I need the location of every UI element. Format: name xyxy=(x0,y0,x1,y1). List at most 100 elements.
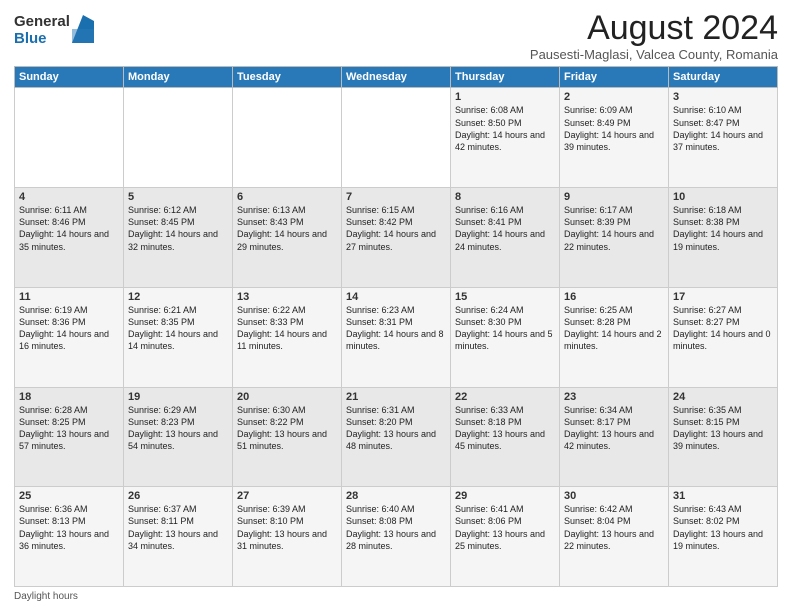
day-number: 27 xyxy=(237,490,337,502)
calendar-subtitle: Pausesti-Maglasi, Valcea County, Romania xyxy=(530,47,778,62)
calendar-cell: 12Sunrise: 6:21 AMSunset: 8:35 PMDayligh… xyxy=(124,287,233,387)
day-number: 12 xyxy=(128,291,228,303)
day-info: Sunrise: 6:29 AMSunset: 8:23 PMDaylight:… xyxy=(128,404,228,453)
footer-note: Daylight hours xyxy=(14,591,778,602)
header-day-thursday: Thursday xyxy=(451,67,560,88)
logo-icon xyxy=(72,15,94,43)
day-number: 9 xyxy=(564,191,664,203)
day-number: 25 xyxy=(19,490,119,502)
day-info: Sunrise: 6:16 AMSunset: 8:41 PMDaylight:… xyxy=(455,204,555,253)
day-info: Sunrise: 6:37 AMSunset: 8:11 PMDaylight:… xyxy=(128,503,228,552)
calendar-cell: 18Sunrise: 6:28 AMSunset: 8:25 PMDayligh… xyxy=(15,387,124,487)
logo-blue: Blue xyxy=(14,31,70,48)
day-number: 15 xyxy=(455,291,555,303)
day-info: Sunrise: 6:21 AMSunset: 8:35 PMDaylight:… xyxy=(128,304,228,353)
calendar-cell: 30Sunrise: 6:42 AMSunset: 8:04 PMDayligh… xyxy=(560,487,669,587)
calendar-header: SundayMondayTuesdayWednesdayThursdayFrid… xyxy=(15,67,778,88)
calendar-cell: 8Sunrise: 6:16 AMSunset: 8:41 PMDaylight… xyxy=(451,188,560,288)
logo-text: General Blue xyxy=(14,14,70,47)
day-number: 13 xyxy=(237,291,337,303)
calendar-cell: 9Sunrise: 6:17 AMSunset: 8:39 PMDaylight… xyxy=(560,188,669,288)
calendar-cell: 31Sunrise: 6:43 AMSunset: 8:02 PMDayligh… xyxy=(669,487,778,587)
day-number: 2 xyxy=(564,91,664,103)
day-number: 14 xyxy=(346,291,446,303)
calendar-cell: 17Sunrise: 6:27 AMSunset: 8:27 PMDayligh… xyxy=(669,287,778,387)
logo: General Blue xyxy=(14,14,94,47)
day-number: 10 xyxy=(673,191,773,203)
week-row-4: 25Sunrise: 6:36 AMSunset: 8:13 PMDayligh… xyxy=(15,487,778,587)
day-number: 18 xyxy=(19,391,119,403)
day-number: 28 xyxy=(346,490,446,502)
day-number: 4 xyxy=(19,191,119,203)
calendar-cell: 7Sunrise: 6:15 AMSunset: 8:42 PMDaylight… xyxy=(342,188,451,288)
calendar-body: 1Sunrise: 6:08 AMSunset: 8:50 PMDaylight… xyxy=(15,88,778,587)
header-day-saturday: Saturday xyxy=(669,67,778,88)
day-number: 26 xyxy=(128,490,228,502)
week-row-1: 4Sunrise: 6:11 AMSunset: 8:46 PMDaylight… xyxy=(15,188,778,288)
calendar-cell: 11Sunrise: 6:19 AMSunset: 8:36 PMDayligh… xyxy=(15,287,124,387)
header-day-tuesday: Tuesday xyxy=(233,67,342,88)
day-info: Sunrise: 6:33 AMSunset: 8:18 PMDaylight:… xyxy=(455,404,555,453)
calendar-cell: 19Sunrise: 6:29 AMSunset: 8:23 PMDayligh… xyxy=(124,387,233,487)
day-number: 20 xyxy=(237,391,337,403)
header: General Blue August 2024 Pausesti-Maglas… xyxy=(14,10,778,62)
day-info: Sunrise: 6:31 AMSunset: 8:20 PMDaylight:… xyxy=(346,404,446,453)
day-info: Sunrise: 6:39 AMSunset: 8:10 PMDaylight:… xyxy=(237,503,337,552)
day-number: 17 xyxy=(673,291,773,303)
day-info: Sunrise: 6:23 AMSunset: 8:31 PMDaylight:… xyxy=(346,304,446,353)
day-info: Sunrise: 6:13 AMSunset: 8:43 PMDaylight:… xyxy=(237,204,337,253)
calendar-cell: 13Sunrise: 6:22 AMSunset: 8:33 PMDayligh… xyxy=(233,287,342,387)
calendar-cell: 23Sunrise: 6:34 AMSunset: 8:17 PMDayligh… xyxy=(560,387,669,487)
calendar-cell xyxy=(342,88,451,188)
calendar-cell: 3Sunrise: 6:10 AMSunset: 8:47 PMDaylight… xyxy=(669,88,778,188)
day-number: 29 xyxy=(455,490,555,502)
calendar-cell: 4Sunrise: 6:11 AMSunset: 8:46 PMDaylight… xyxy=(15,188,124,288)
calendar-cell xyxy=(233,88,342,188)
day-number: 7 xyxy=(346,191,446,203)
day-info: Sunrise: 6:34 AMSunset: 8:17 PMDaylight:… xyxy=(564,404,664,453)
calendar-cell: 16Sunrise: 6:25 AMSunset: 8:28 PMDayligh… xyxy=(560,287,669,387)
day-info: Sunrise: 6:28 AMSunset: 8:25 PMDaylight:… xyxy=(19,404,119,453)
day-info: Sunrise: 6:40 AMSunset: 8:08 PMDaylight:… xyxy=(346,503,446,552)
day-number: 30 xyxy=(564,490,664,502)
day-number: 8 xyxy=(455,191,555,203)
day-info: Sunrise: 6:36 AMSunset: 8:13 PMDaylight:… xyxy=(19,503,119,552)
calendar-cell xyxy=(15,88,124,188)
calendar-cell: 29Sunrise: 6:41 AMSunset: 8:06 PMDayligh… xyxy=(451,487,560,587)
day-info: Sunrise: 6:10 AMSunset: 8:47 PMDaylight:… xyxy=(673,104,773,153)
header-day-sunday: Sunday xyxy=(15,67,124,88)
day-info: Sunrise: 6:35 AMSunset: 8:15 PMDaylight:… xyxy=(673,404,773,453)
header-day-friday: Friday xyxy=(560,67,669,88)
day-info: Sunrise: 6:09 AMSunset: 8:49 PMDaylight:… xyxy=(564,104,664,153)
header-day-wednesday: Wednesday xyxy=(342,67,451,88)
day-number: 6 xyxy=(237,191,337,203)
day-info: Sunrise: 6:17 AMSunset: 8:39 PMDaylight:… xyxy=(564,204,664,253)
day-info: Sunrise: 6:24 AMSunset: 8:30 PMDaylight:… xyxy=(455,304,555,353)
day-info: Sunrise: 6:15 AMSunset: 8:42 PMDaylight:… xyxy=(346,204,446,253)
day-number: 24 xyxy=(673,391,773,403)
week-row-2: 11Sunrise: 6:19 AMSunset: 8:36 PMDayligh… xyxy=(15,287,778,387)
page: General Blue August 2024 Pausesti-Maglas… xyxy=(0,0,792,612)
calendar-cell: 14Sunrise: 6:23 AMSunset: 8:31 PMDayligh… xyxy=(342,287,451,387)
day-info: Sunrise: 6:18 AMSunset: 8:38 PMDaylight:… xyxy=(673,204,773,253)
logo-general: General xyxy=(14,14,70,31)
day-number: 11 xyxy=(19,291,119,303)
day-number: 23 xyxy=(564,391,664,403)
calendar-cell: 10Sunrise: 6:18 AMSunset: 8:38 PMDayligh… xyxy=(669,188,778,288)
day-number: 16 xyxy=(564,291,664,303)
calendar-table: SundayMondayTuesdayWednesdayThursdayFrid… xyxy=(14,66,778,587)
day-info: Sunrise: 6:30 AMSunset: 8:22 PMDaylight:… xyxy=(237,404,337,453)
day-number: 5 xyxy=(128,191,228,203)
day-info: Sunrise: 6:22 AMSunset: 8:33 PMDaylight:… xyxy=(237,304,337,353)
day-number: 22 xyxy=(455,391,555,403)
day-info: Sunrise: 6:19 AMSunset: 8:36 PMDaylight:… xyxy=(19,304,119,353)
calendar-cell: 20Sunrise: 6:30 AMSunset: 8:22 PMDayligh… xyxy=(233,387,342,487)
header-row: SundayMondayTuesdayWednesdayThursdayFrid… xyxy=(15,67,778,88)
day-info: Sunrise: 6:27 AMSunset: 8:27 PMDaylight:… xyxy=(673,304,773,353)
calendar-cell: 5Sunrise: 6:12 AMSunset: 8:45 PMDaylight… xyxy=(124,188,233,288)
week-row-0: 1Sunrise: 6:08 AMSunset: 8:50 PMDaylight… xyxy=(15,88,778,188)
day-info: Sunrise: 6:25 AMSunset: 8:28 PMDaylight:… xyxy=(564,304,664,353)
day-number: 1 xyxy=(455,91,555,103)
calendar-cell: 26Sunrise: 6:37 AMSunset: 8:11 PMDayligh… xyxy=(124,487,233,587)
day-info: Sunrise: 6:08 AMSunset: 8:50 PMDaylight:… xyxy=(455,104,555,153)
